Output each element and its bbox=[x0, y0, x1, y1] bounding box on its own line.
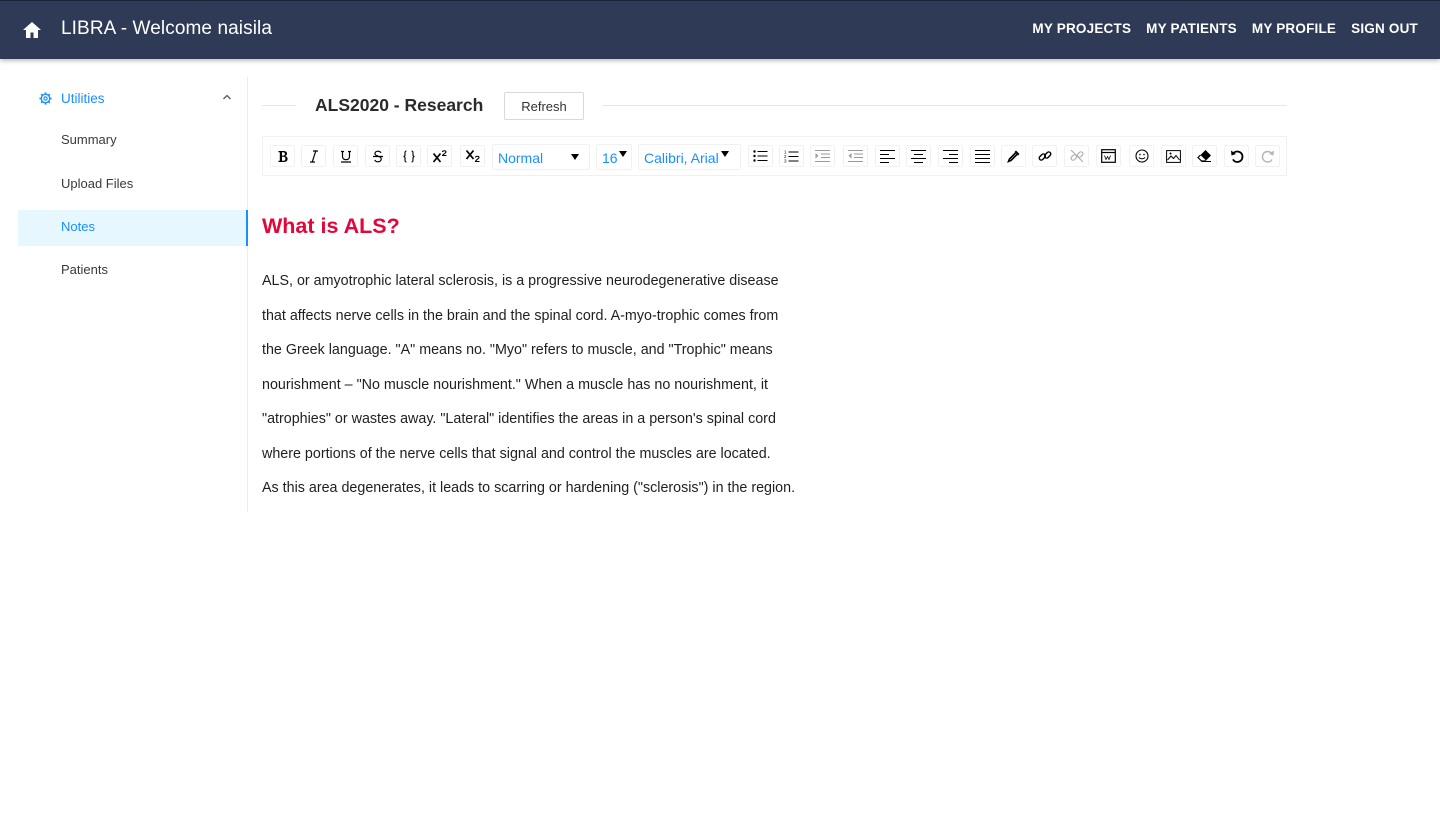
redo-button[interactable] bbox=[1255, 145, 1280, 167]
font-family-value: Calibri, Arial bbox=[644, 150, 719, 166]
link-button[interactable] bbox=[1032, 145, 1057, 167]
sidebar-item-patients[interactable]: Patients bbox=[18, 253, 247, 289]
paragraph-line: nourishment – "No muscle nourishment." W… bbox=[262, 376, 769, 393]
title-divider-left bbox=[262, 105, 296, 106]
superscript-button[interactable] bbox=[427, 145, 452, 167]
paragraph-line: that affects nerve cells in the brain an… bbox=[262, 307, 779, 324]
unordered-list-button[interactable] bbox=[748, 145, 773, 167]
code-braces-icon bbox=[402, 149, 415, 163]
underline-icon bbox=[340, 150, 351, 163]
align-right-icon bbox=[943, 149, 958, 163]
undo-button[interactable] bbox=[1224, 145, 1249, 167]
nav-sign-out[interactable]: SIGN OUT bbox=[1351, 21, 1418, 36]
nav-my-projects[interactable]: MY PROJECTS bbox=[1032, 21, 1131, 36]
bold-button[interactable] bbox=[270, 145, 295, 167]
image-button[interactable] bbox=[1161, 145, 1186, 167]
monospace-button[interactable] bbox=[396, 145, 421, 167]
emoji-button[interactable] bbox=[1129, 145, 1154, 167]
svg-text:3: 3 bbox=[784, 158, 787, 163]
block-type-value: Normal bbox=[498, 150, 544, 166]
app-header: LIBRA - Welcome naisila MY PROJECTS MY P… bbox=[0, 0, 1440, 59]
align-center-icon bbox=[911, 149, 926, 163]
sidebar: Utilities Summary Upload Files Notes Pat… bbox=[18, 77, 248, 512]
color-picker-button[interactable] bbox=[1001, 145, 1026, 167]
bullet-list-icon bbox=[753, 150, 768, 162]
align-left-button[interactable] bbox=[875, 145, 900, 167]
sidebar-item-upload-files[interactable]: Upload Files bbox=[18, 167, 247, 203]
strikethrough-icon bbox=[372, 150, 383, 162]
sidebar-item-label: Patients bbox=[61, 262, 108, 277]
align-left-icon bbox=[880, 149, 895, 163]
numbered-list-icon: 123 bbox=[784, 150, 799, 163]
italic-button[interactable] bbox=[301, 145, 326, 167]
align-right-button[interactable] bbox=[938, 145, 963, 167]
italic-icon bbox=[309, 149, 318, 163]
redo-icon bbox=[1261, 150, 1274, 163]
subscript-button[interactable] bbox=[460, 145, 485, 167]
align-justify-button[interactable] bbox=[970, 145, 995, 167]
editor-toolbar: Normal 16 Calibri, Arial 123 bbox=[262, 136, 1287, 176]
link-icon bbox=[1038, 151, 1051, 161]
caret-down-icon bbox=[721, 151, 729, 157]
eraser-icon bbox=[1197, 150, 1211, 162]
sidebar-item-label: Summary bbox=[61, 132, 117, 147]
gear-icon bbox=[39, 92, 52, 105]
nav-my-profile[interactable]: MY PROFILE bbox=[1252, 21, 1336, 36]
undo-icon bbox=[1230, 150, 1243, 163]
image-icon bbox=[1166, 149, 1181, 163]
unlink-icon bbox=[1069, 149, 1084, 163]
submenu-label: Utilities bbox=[61, 91, 105, 106]
indent-icon bbox=[815, 150, 830, 162]
embedded-button[interactable] bbox=[1096, 145, 1121, 167]
underline-button[interactable] bbox=[333, 145, 358, 167]
sidebar-item-notes[interactable]: Notes bbox=[18, 210, 248, 246]
caret-down-icon bbox=[571, 154, 579, 160]
submenu-utilities[interactable]: Utilities bbox=[18, 77, 247, 119]
title-divider-right bbox=[603, 105, 1287, 106]
bold-icon bbox=[278, 150, 288, 162]
nav-my-patients[interactable]: MY PATIENTS bbox=[1146, 21, 1237, 36]
paragraph-line: the Greek language. "A" means no. "Myo" … bbox=[262, 342, 773, 358]
subscript-icon bbox=[465, 149, 480, 163]
ordered-list-button[interactable]: 123 bbox=[779, 145, 804, 167]
app-title: LIBRA - Welcome naisila bbox=[61, 18, 273, 39]
strikethrough-button[interactable] bbox=[365, 145, 390, 167]
page-title: ALS2020 - Research bbox=[315, 95, 484, 115]
remove-format-button[interactable] bbox=[1192, 145, 1217, 167]
note-heading[interactable]: What is ALS? bbox=[262, 214, 400, 239]
block-type-dropdown[interactable]: Normal bbox=[492, 144, 590, 170]
chevron-up-icon bbox=[223, 94, 231, 100]
outdent-icon bbox=[848, 150, 863, 162]
superscript-icon bbox=[432, 150, 447, 163]
indent-button[interactable] bbox=[810, 145, 835, 167]
outdent-button[interactable] bbox=[843, 145, 868, 167]
font-family-dropdown[interactable]: Calibri, Arial bbox=[638, 144, 741, 170]
unlink-button[interactable] bbox=[1064, 145, 1089, 167]
sidebar-item-label: Upload Files bbox=[61, 176, 134, 191]
top-nav: MY PROJECTS MY PATIENTS MY PROFILE SIGN … bbox=[1032, 21, 1418, 36]
paragraph-line: ALS, or amyotrophic lateral sclerosis, i… bbox=[262, 273, 779, 289]
font-size-dropdown[interactable]: 16 bbox=[596, 144, 632, 170]
eyedropper-icon bbox=[1006, 150, 1019, 163]
sidebar-item-summary[interactable]: Summary bbox=[18, 123, 247, 159]
note-paragraph[interactable]: ALS, or amyotrophic lateral sclerosis, i… bbox=[262, 264, 822, 506]
sidebar-item-label: Notes bbox=[61, 219, 95, 234]
paragraph-line: where portions of the nerve cells that s… bbox=[262, 445, 771, 462]
font-size-value: 16 bbox=[602, 150, 618, 166]
emoji-icon bbox=[1134, 149, 1149, 163]
paragraph-line: "atrophies" or wastes away. "Lateral" id… bbox=[262, 411, 776, 427]
paragraph-line: As this area degenerates, it leads to sc… bbox=[262, 480, 796, 496]
embed-icon bbox=[1101, 149, 1116, 163]
refresh-button[interactable]: Refresh bbox=[504, 92, 584, 120]
align-justify-icon bbox=[975, 149, 990, 163]
caret-down-icon bbox=[619, 151, 627, 157]
home-icon[interactable] bbox=[18, 16, 46, 44]
align-center-button[interactable] bbox=[906, 145, 931, 167]
